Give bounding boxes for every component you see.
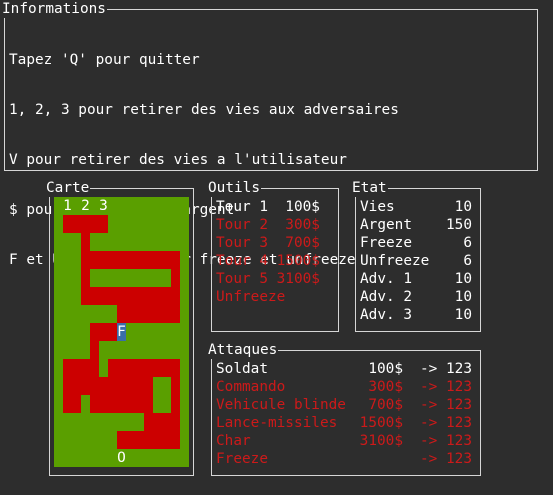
road-tile [117, 431, 180, 449]
tools-panel: Outils Tour 1 100$ Tour 2 300$ Tour 3 700$… [207, 179, 339, 332]
attack-cost: 300$ [368, 379, 403, 395]
state-value: 150 [446, 217, 472, 233]
attack-name: Soldat [216, 361, 268, 377]
road-tile [81, 251, 180, 269]
attack-name: Lance-missiles [216, 415, 338, 431]
attack-name: Commando [216, 379, 286, 395]
info-line-user-lives: V pour retirer des vies a l'utilisateur [9, 152, 347, 168]
attack-name: Vehicule blinde [216, 397, 346, 413]
attack-item[interactable]: Freeze -> 123 [216, 450, 472, 468]
road-tile [81, 287, 180, 305]
road-tile [99, 377, 108, 413]
state-label: Adv. 1 [360, 271, 412, 287]
state-value: 10 [454, 199, 472, 215]
tool-item[interactable]: Tour 1 100$ [216, 198, 320, 216]
road-tile [90, 341, 99, 359]
state-row: Adv. 3 10 [360, 306, 472, 324]
road-tile [63, 377, 72, 395]
attack-cost: 100$ [368, 361, 403, 377]
attack-name: Char [216, 433, 251, 449]
tool-item[interactable]: Tour 2 300$ [216, 216, 320, 234]
attacks-panel: Attaques Soldat 100$ -> 123 Commando 300$ -> … [207, 341, 481, 476]
attack-item[interactable]: Commando 300$ -> 123 [216, 378, 472, 396]
info-line-adversary-lives: 1, 2, 3 pour retirer des vies aux advers… [9, 102, 399, 118]
attack-item[interactable]: Lance-missiles 1500$ -> 123 [216, 414, 472, 432]
state-label: Adv. 3 [360, 307, 412, 323]
state-value: 10 [454, 307, 472, 323]
road-tile [90, 377, 99, 413]
road-tile [81, 377, 90, 395]
state-row: Unfreeze 6 [360, 252, 472, 270]
state-label: Adv. 2 [360, 289, 412, 305]
road-tile [63, 359, 99, 377]
road-tile [81, 233, 90, 251]
spawn-marker: 1 [63, 197, 72, 215]
info-panel: Informations Tapez 'Q' pour quitter 1, 2… [1, 0, 538, 268]
state-label: Argent [360, 217, 412, 233]
road-tile [63, 215, 108, 233]
state-row: Adv. 2 10 [360, 288, 472, 306]
state-panel: Etat Vies 10 Argent 150 Freeze 6 Unfreeze 6 Adv.… [351, 179, 481, 332]
attack-item[interactable]: Char 3100$ -> 123 [216, 432, 472, 450]
state-label: Vies [360, 199, 395, 215]
tool-item[interactable]: Unfreeze [216, 288, 320, 306]
state-value: 6 [463, 235, 472, 251]
road-tile [153, 413, 180, 431]
state-value: 10 [454, 289, 472, 305]
state-value: 10 [454, 271, 472, 287]
attacks-title: Attaques [207, 341, 279, 359]
tools-title: Outils [207, 179, 261, 197]
road-tile [81, 269, 90, 287]
freeze-marker[interactable]: F [117, 323, 126, 341]
state-row: Vies 10 [360, 198, 472, 216]
state-label: Freeze [360, 235, 412, 251]
attack-target: -> 123 [420, 379, 472, 395]
game-map[interactable]: 123 F O [54, 197, 189, 467]
info-title: Informations [1, 0, 107, 18]
attack-cost: 1500$ [359, 415, 403, 431]
attack-cost: 3100$ [359, 433, 403, 449]
tool-item[interactable]: Tour 5 3100$ [216, 270, 320, 288]
attack-target: -> 123 [420, 433, 472, 449]
tool-item[interactable]: Tour 4 1500$ [216, 252, 320, 270]
state-title: Etat [351, 179, 388, 197]
attack-target: -> 123 [420, 397, 472, 413]
attack-item[interactable]: Soldat 100$ -> 123 [216, 360, 472, 378]
attack-target: -> 123 [420, 415, 472, 431]
road-tile [117, 305, 180, 323]
exit-marker: O [117, 450, 126, 466]
attack-cost: 700$ [368, 397, 403, 413]
road-tile [171, 269, 180, 287]
road-tile [72, 377, 81, 413]
info-line-quit: Tapez 'Q' pour quitter [9, 52, 200, 68]
road-tile [117, 395, 144, 413]
state-value: 6 [463, 253, 472, 269]
state-row: Argent 150 [360, 216, 472, 234]
spawn-marker: 3 [99, 197, 108, 215]
attack-item[interactable]: Vehicule blinde 700$ -> 123 [216, 396, 472, 414]
state-row: Adv. 1 10 [360, 270, 472, 288]
state-label: Unfreeze [360, 253, 430, 269]
attack-name: Freeze [216, 451, 268, 467]
attack-target: -> 123 [420, 361, 472, 377]
spawn-marker: 2 [81, 197, 90, 215]
state-row: Freeze 6 [360, 234, 472, 252]
road-tile [126, 377, 144, 395]
tool-item[interactable]: Tour 3 700$ [216, 234, 320, 252]
map-title: Carte [45, 179, 91, 197]
attack-target: -> 123 [420, 451, 472, 467]
